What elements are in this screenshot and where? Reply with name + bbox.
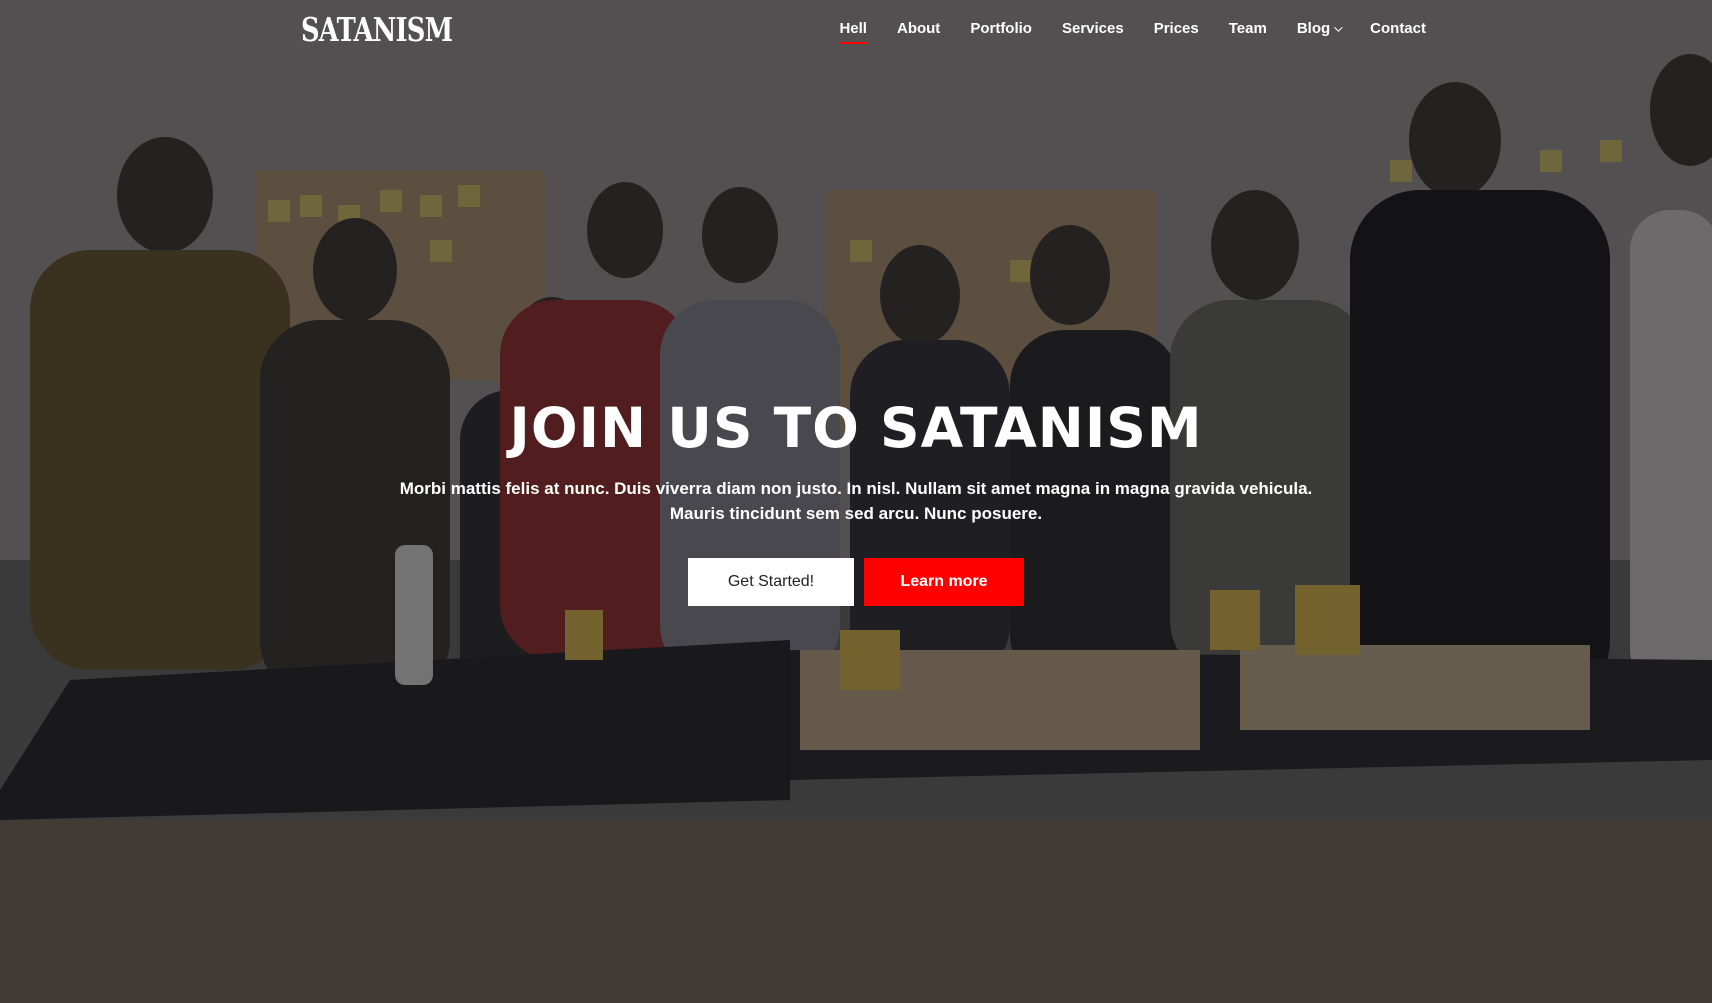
hero-description: Morbi mattis felis at nunc. Duis viverra… — [399, 479, 1313, 523]
nav-item-label: Contact — [1370, 20, 1426, 37]
nav-item-blog[interactable]: Blog — [1296, 18, 1343, 40]
nav-item-label: Prices — [1153, 20, 1199, 37]
hero-title: JOIN US TO SATANISM — [509, 396, 1203, 460]
nav-item-services[interactable]: Services — [1062, 18, 1124, 40]
nav-item-team[interactable]: Team — [1229, 18, 1267, 40]
get-started-button[interactable]: Get Started! — [688, 558, 854, 606]
nav-item-label: Blog — [1296, 20, 1331, 37]
nav-item-prices[interactable]: Prices — [1154, 18, 1199, 40]
nav-item-hell[interactable]: Hell — [839, 18, 867, 44]
site-header: SATANISM Hell About Portfolio Services P… — [0, 0, 1712, 60]
chevron-down-icon — [1334, 23, 1343, 32]
hero-section: JOIN US TO SATANISM Morbi mattis felis a… — [0, 380, 1712, 606]
nav-item-label: Hell — [839, 20, 867, 37]
main-navigation: Hell About Portfolio Services Prices Tea… — [809, 18, 1426, 44]
hero-actions: Get Started! Learn more — [0, 558, 1712, 606]
landing-page: SATANISM Hell About Portfolio Services P… — [0, 0, 1712, 1003]
nav-item-label: Portfolio — [970, 20, 1032, 37]
nav-item-contact[interactable]: Contact — [1370, 18, 1426, 40]
site-logo[interactable]: SATANISM — [301, 10, 453, 50]
nav-item-about[interactable]: About — [897, 18, 940, 40]
nav-item-label: About — [896, 20, 941, 37]
nav-item-portfolio[interactable]: Portfolio — [970, 18, 1032, 40]
nav-item-label: Services — [1061, 20, 1124, 37]
learn-more-button[interactable]: Learn more — [864, 558, 1024, 606]
nav-item-label: Team — [1228, 20, 1267, 37]
